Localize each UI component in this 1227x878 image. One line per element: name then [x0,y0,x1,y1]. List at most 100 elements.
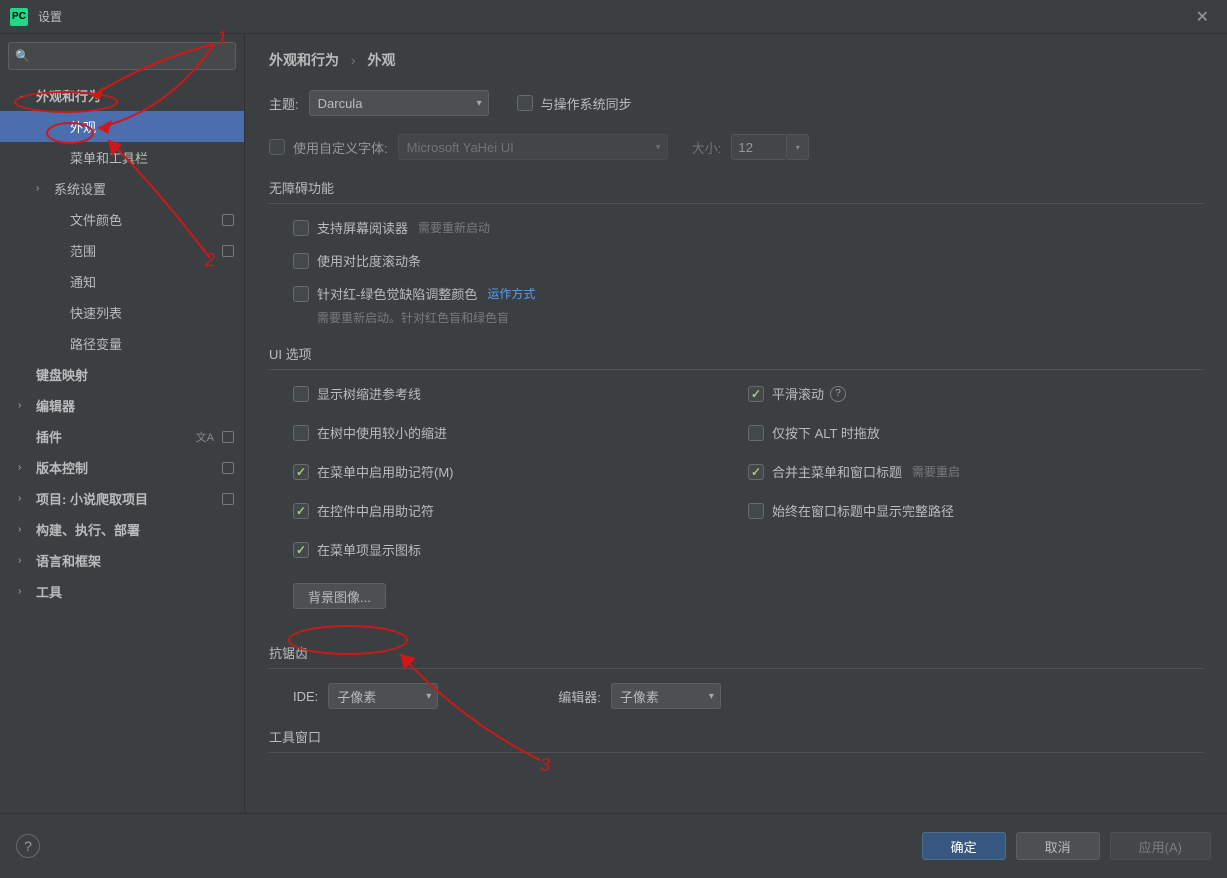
custom-font-label: 使用自定义字体: [293,138,388,157]
merge-title-hint: 需要重启 [912,463,960,480]
breadcrumb-leaf: 外观 [367,52,395,68]
sidebar-item-label: 外观 [70,117,96,136]
mnemonic-menu-checkbox[interactable] [293,464,309,480]
project-badge-icon [222,431,234,443]
section-accessibility: 无障碍功能 [269,178,1203,204]
deuteranopia-checkbox[interactable] [293,286,309,302]
sidebar-item[interactable]: ›项目: 小说爬取项目 [0,483,244,514]
cancel-label: 取消 [1045,837,1071,856]
sidebar-item[interactable]: ·快速列表 [0,297,244,328]
section-ui-options: UI 选项 [269,344,1203,370]
sidebar-item[interactable]: › 语言和框架 [0,545,244,576]
font-size-input[interactable] [731,134,787,160]
sidebar-item-label: 通知 [70,272,96,291]
apply-button[interactable]: 应用(A) [1110,832,1211,860]
font-select[interactable]: Microsoft YaHei UI [398,134,668,160]
sidebar-item[interactable]: ·插件文A [0,421,244,452]
sidebar-item[interactable]: ·路径变量 [0,328,244,359]
smooth-scroll-label: 平滑滚动 [772,384,824,403]
section-antialiasing: 抗锯齿 [269,643,1203,669]
project-badge-icon [222,462,234,474]
sync-os-label: 与操作系统同步 [541,94,632,113]
sidebar-item[interactable]: ·范围 [0,235,244,266]
sidebar-item[interactable]: › 版本控制 [0,452,244,483]
sidebar-item[interactable]: ·键盘映射 [0,359,244,390]
font-size-spinner[interactable]: ▾ [787,134,809,160]
aa-ide-select[interactable]: 子像素 [328,683,438,709]
deuteranopia-label: 针对红-绿色觉缺陷调整颜色 [317,284,477,303]
chevron-icon: › [18,555,32,566]
tree-guides-checkbox[interactable] [293,386,309,402]
chevron-icon: › [18,400,32,411]
chevron-icon: › [18,586,32,597]
section-tool-window: 工具窗口 [269,727,1203,753]
sidebar-item[interactable]: ·外观 [0,111,244,142]
deuteranopia-hint: 需要重新启动。针对红色盲和绿色盲 [293,309,1203,326]
sync-os-checkbox[interactable] [517,95,533,111]
close-icon[interactable]: ✕ [1188,3,1217,31]
sidebar-item-label: 范围 [70,241,96,260]
sidebar-item-label: 外观和行为 [36,86,101,105]
background-image-button[interactable]: 背景图像... [293,583,386,609]
sidebar-item-label: 版本控制 [36,458,88,477]
merge-title-checkbox[interactable] [748,464,764,480]
window-title: 设置 [38,8,1188,25]
alt-drag-checkbox[interactable] [748,425,764,441]
app-icon: PC [10,8,28,26]
lang-icon: 文A [196,429,214,445]
sidebar-item-label: 插件 [36,427,62,446]
screen-reader-checkbox[interactable] [293,220,309,236]
aa-editor-select[interactable]: 子像素 [611,683,721,709]
aa-ide-value: 子像素 [337,687,376,706]
sidebar-item[interactable]: ›构建、执行、部署 [0,514,244,545]
chevron-icon: › [18,462,32,473]
sidebar-item-label: 路径变量 [70,334,122,353]
sidebar-item-label: 项目: 小说爬取项目 [36,489,148,508]
sidebar-item[interactable]: › 系统设置 [0,173,244,204]
project-badge-icon [222,214,234,226]
sidebar-item-label: 快速列表 [70,303,122,322]
contrast-scroll-label: 使用对比度滚动条 [317,251,421,270]
menu-icons-checkbox[interactable] [293,542,309,558]
screen-reader-hint: 需要重新启动 [418,219,490,236]
mnemonic-menu-label: 在菜单中启用助记符(M) [317,462,454,481]
info-icon[interactable]: ? [830,386,846,402]
aa-ide-label: IDE: [293,689,318,704]
search-input[interactable]: 🔍 [8,42,236,70]
sidebar-item[interactable]: › 工具 [0,576,244,607]
contrast-scroll-checkbox[interactable] [293,253,309,269]
custom-font-checkbox[interactable] [269,139,285,155]
mnemonic-ctrl-label: 在控件中启用助记符 [317,501,434,520]
cancel-button[interactable]: 取消 [1016,832,1100,860]
ok-button[interactable]: 确定 [922,832,1006,860]
small-indent-checkbox[interactable] [293,425,309,441]
aa-editor-value: 子像素 [620,687,659,706]
chevron-icon: › [36,183,50,194]
theme-select[interactable]: Darcula [309,90,489,116]
aa-editor-label: 编辑器: [558,687,601,706]
sidebar-item-label: 系统设置 [54,179,106,198]
sidebar-item[interactable]: ·通知 [0,266,244,297]
footer: ? 确定 取消 应用(A) [0,813,1227,878]
how-it-works-link[interactable]: 运作方式 [487,285,535,302]
menu-icons-label: 在菜单项显示图标 [317,540,421,559]
screen-reader-label: 支持屏幕阅读器 [317,218,408,237]
full-path-label: 始终在窗口标题中显示完整路径 [772,501,954,520]
full-path-checkbox[interactable] [748,503,764,519]
merge-title-label: 合并主菜单和窗口标题 [772,462,902,481]
breadcrumb: 外观和行为 › 外观 [269,50,1203,70]
sidebar-item[interactable]: ·文件颜色 [0,204,244,235]
tree-guides-label: 显示树缩进参考线 [317,384,421,403]
sidebar-item[interactable]: ·菜单和工具栏 [0,142,244,173]
mnemonic-ctrl-checkbox[interactable] [293,503,309,519]
theme-value: Darcula [318,96,363,111]
sidebar-item[interactable]: › 编辑器 [0,390,244,421]
help-button[interactable]: ? [16,834,40,858]
sidebar-item-label: 工具 [36,582,62,601]
sidebar-item[interactable]: ⌄外观和行为 [0,80,244,111]
settings-tree: ⌄外观和行为·外观·菜单和工具栏 › 系统设置 ·文件颜色·范围·通知·快速列表·路径… [0,76,244,813]
smooth-scroll-checkbox[interactable] [748,386,764,402]
sidebar-item-label: 语言和框架 [36,551,101,570]
sidebar-item-label: 编辑器 [36,396,75,415]
ok-label: 确定 [951,837,977,856]
